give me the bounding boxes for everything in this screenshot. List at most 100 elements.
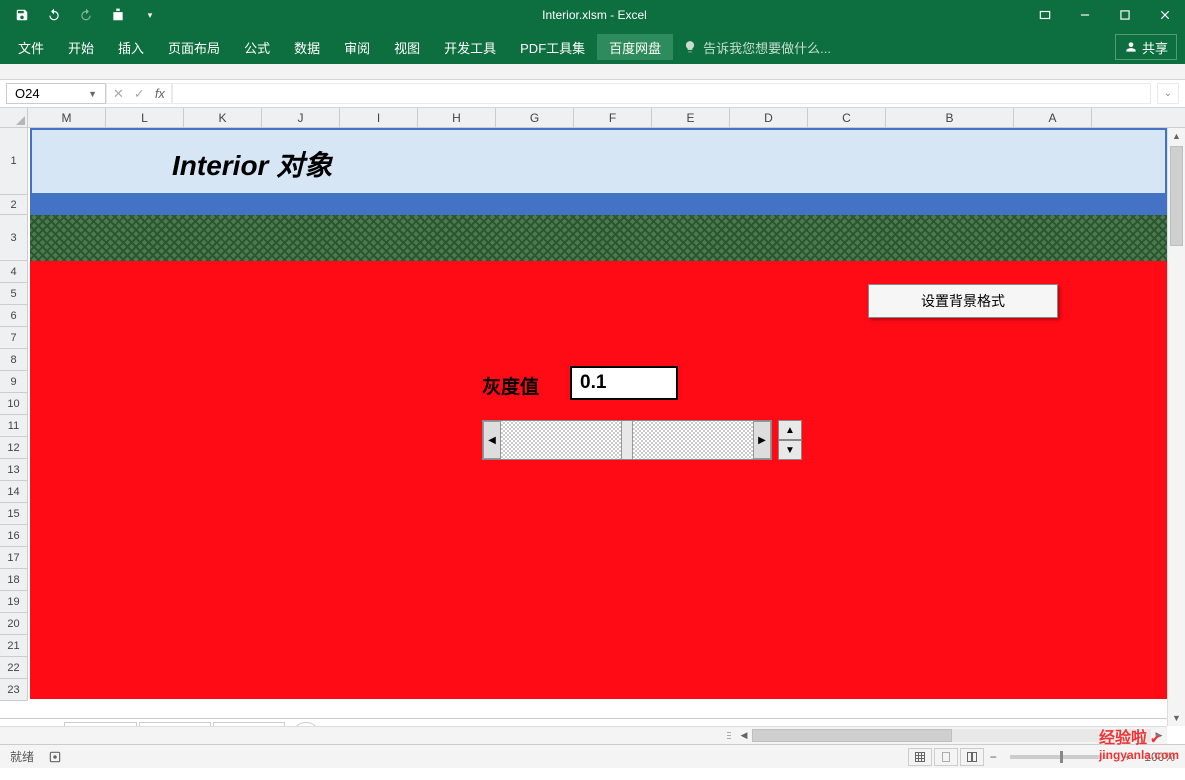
view-pagebreak-button[interactable] xyxy=(960,748,984,766)
scrollbar-control[interactable]: ◀ ▶ xyxy=(482,420,772,460)
cell-canvas[interactable]: Interior 对象 设置背景格式 灰度值 0.1 ◀ ▶ xyxy=(28,128,1167,726)
save-button[interactable] xyxy=(8,3,36,27)
row-head-17[interactable]: 17 xyxy=(0,547,28,569)
col-head-I[interactable]: I xyxy=(340,108,418,127)
row-head-10[interactable]: 10 xyxy=(0,393,28,415)
row-head-16[interactable]: 16 xyxy=(0,525,28,547)
row-head-13[interactable]: 13 xyxy=(0,459,28,481)
row-head-21[interactable]: 21 xyxy=(0,635,28,657)
scrollbar-track-left[interactable] xyxy=(501,421,621,459)
col-head-E[interactable]: E xyxy=(652,108,730,127)
h-scroll-left[interactable]: ◀ xyxy=(736,727,752,744)
share-button[interactable]: 共享 xyxy=(1115,34,1177,60)
tab-split-handle[interactable] xyxy=(724,730,734,741)
spin-down[interactable]: ▼ xyxy=(778,440,802,460)
row-head-22[interactable]: 22 xyxy=(0,657,28,679)
col-head-B[interactable]: B xyxy=(886,108,1014,127)
zoom-slider-thumb[interactable] xyxy=(1060,751,1063,763)
tab-developer[interactable]: 开发工具 xyxy=(432,34,508,60)
tab-baidu[interactable]: 百度网盘 xyxy=(597,34,673,60)
macro-record-icon[interactable] xyxy=(48,750,62,764)
col-head-C[interactable]: C xyxy=(808,108,886,127)
scrollbar-right-arrow[interactable]: ▶ xyxy=(753,421,771,459)
view-pagelayout-button[interactable] xyxy=(934,748,958,766)
col-head-D[interactable]: D xyxy=(730,108,808,127)
undo-button[interactable] xyxy=(40,3,68,27)
name-box[interactable]: O24 ▼ xyxy=(6,83,106,104)
row-head-5[interactable]: 5 xyxy=(0,283,28,305)
row-head-7[interactable]: 7 xyxy=(0,327,28,349)
row-head-11[interactable]: 11 xyxy=(0,415,28,437)
row-head-2[interactable]: 2 xyxy=(0,195,28,215)
h-scroll-track[interactable] xyxy=(752,729,1151,742)
ribbon-pane-collapsed xyxy=(0,64,1185,80)
scroll-up-arrow[interactable]: ▲ xyxy=(1168,128,1185,144)
cancel-icon[interactable]: ✕ xyxy=(113,86,124,102)
save-icon xyxy=(15,8,29,22)
horizontal-scrollbar[interactable]: ◀ ▶ xyxy=(0,726,1167,744)
row2-blue-band xyxy=(30,195,1167,215)
scrollbar-left-arrow[interactable]: ◀ xyxy=(483,421,501,459)
row-head-18[interactable]: 18 xyxy=(0,569,28,591)
row-head-3[interactable]: 3 xyxy=(0,215,28,261)
row-head-19[interactable]: 19 xyxy=(0,591,28,613)
chevron-down-icon[interactable]: ▼ xyxy=(88,89,97,99)
maximize-button[interactable] xyxy=(1105,0,1145,30)
tab-formulas[interactable]: 公式 xyxy=(232,34,282,60)
col-head-M[interactable]: M xyxy=(28,108,106,127)
row-head-20[interactable]: 20 xyxy=(0,613,28,635)
tell-me[interactable]: 告诉我您想要做什么... xyxy=(683,38,831,57)
cell-reference: O24 xyxy=(15,86,40,101)
h-scroll-thumb[interactable] xyxy=(752,729,952,742)
col-head-G[interactable]: G xyxy=(496,108,574,127)
tab-pagelayout[interactable]: 页面布局 xyxy=(156,34,232,60)
col-head-A[interactable]: A xyxy=(1014,108,1092,127)
redo-button[interactable] xyxy=(72,3,100,27)
select-all-corner[interactable] xyxy=(0,108,28,127)
row-head-1[interactable]: 1 xyxy=(0,128,28,195)
tab-data[interactable]: 数据 xyxy=(282,34,332,60)
vertical-scrollbar[interactable]: ▲ ▼ xyxy=(1167,128,1185,726)
sheet-title: Interior 对象 xyxy=(172,144,332,184)
row-head-8[interactable]: 8 xyxy=(0,349,28,371)
row-head-6[interactable]: 6 xyxy=(0,305,28,327)
row-head-12[interactable]: 12 xyxy=(0,437,28,459)
zoom-out-button[interactable]: − xyxy=(986,750,1000,764)
col-head-K[interactable]: K xyxy=(184,108,262,127)
col-head-J[interactable]: J xyxy=(262,108,340,127)
col-head-F[interactable]: F xyxy=(574,108,652,127)
set-background-button[interactable]: 设置背景格式 xyxy=(868,284,1058,318)
enter-icon[interactable]: ✓ xyxy=(134,86,145,102)
scrollbar-track-right[interactable] xyxy=(633,421,753,459)
tab-pdf[interactable]: PDF工具集 xyxy=(508,34,597,60)
col-head-L[interactable]: L xyxy=(106,108,184,127)
tab-insert[interactable]: 插入 xyxy=(106,34,156,60)
row-head-9[interactable]: 9 xyxy=(0,371,28,393)
scrollbar-thumb[interactable] xyxy=(621,421,633,459)
fx-icon[interactable]: fx xyxy=(155,86,165,101)
touch-button[interactable] xyxy=(104,3,132,27)
minimize-button[interactable] xyxy=(1065,0,1105,30)
watermark: 经验啦 ✔ jingyanla.com xyxy=(1099,724,1179,762)
row-head-14[interactable]: 14 xyxy=(0,481,28,503)
qat-customize[interactable]: ▾ xyxy=(136,3,164,27)
row-head-15[interactable]: 15 xyxy=(0,503,28,525)
close-button[interactable] xyxy=(1145,0,1185,30)
row-head-4[interactable]: 4 xyxy=(0,261,28,283)
col-head-H[interactable]: H xyxy=(418,108,496,127)
tab-review[interactable]: 审阅 xyxy=(332,34,382,60)
spin-button-control[interactable]: ▲ ▼ xyxy=(778,420,802,460)
formula-input[interactable] xyxy=(172,83,1151,104)
scrollbar-track[interactable] xyxy=(501,421,753,459)
v-scroll-thumb[interactable] xyxy=(1170,146,1183,246)
tab-view[interactable]: 视图 xyxy=(382,34,432,60)
ribbon-options-button[interactable] xyxy=(1025,0,1065,30)
zoom-slider[interactable] xyxy=(1010,755,1110,759)
tab-file[interactable]: 文件 xyxy=(6,34,56,60)
tab-home[interactable]: 开始 xyxy=(56,34,106,60)
view-normal-button[interactable] xyxy=(908,748,932,766)
spin-up[interactable]: ▲ xyxy=(778,420,802,440)
formula-expand[interactable]: ⌄ xyxy=(1157,83,1179,104)
pagebreak-icon xyxy=(966,751,978,763)
row-head-23[interactable]: 23 xyxy=(0,679,28,701)
